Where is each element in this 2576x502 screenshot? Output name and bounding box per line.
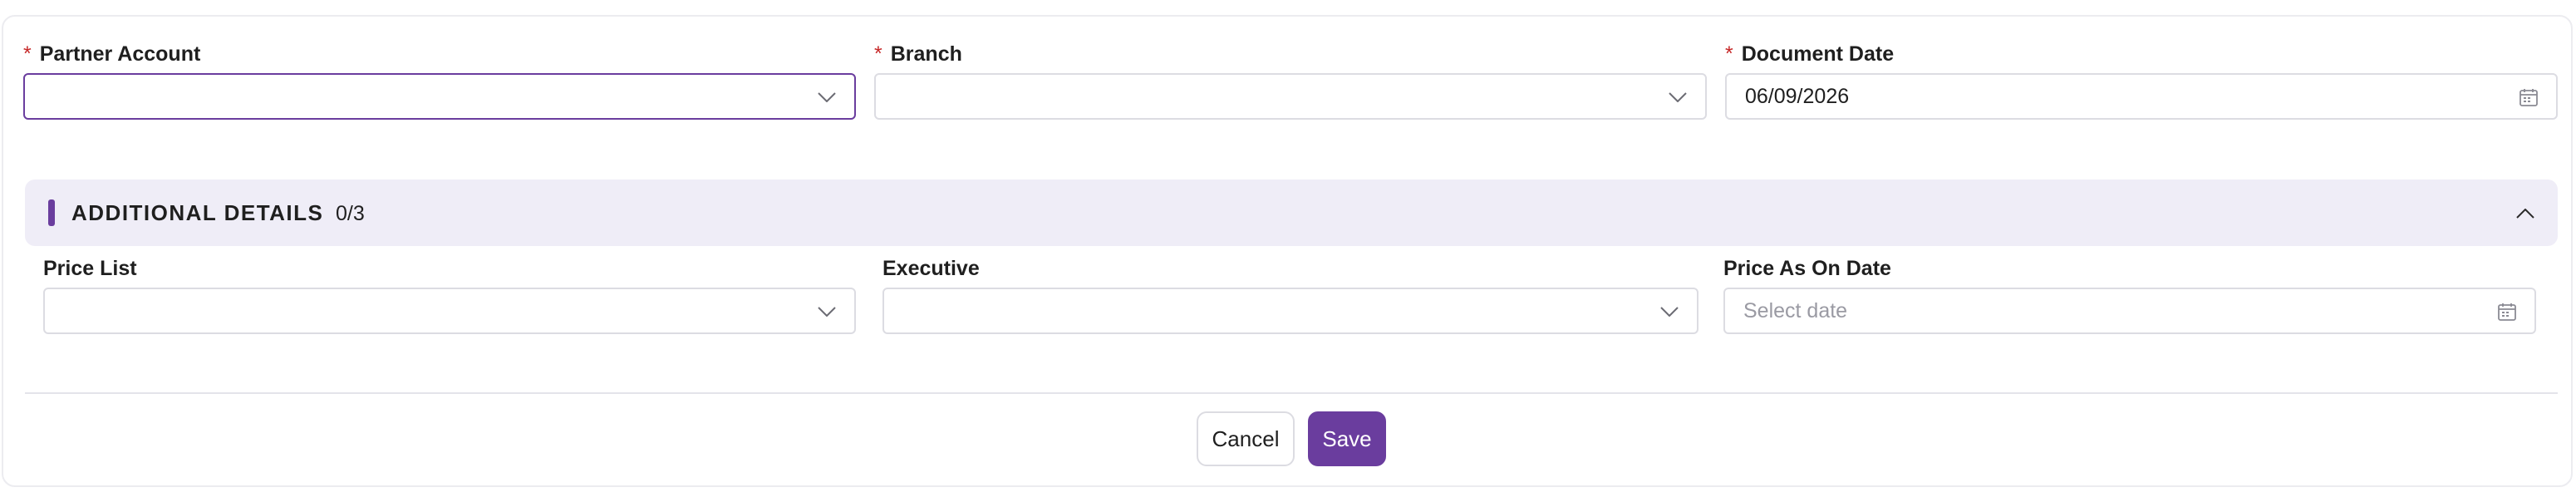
price-as-on-date-placeholder: Select date bbox=[1743, 299, 1848, 322]
price-as-on-date-input[interactable]: Select date bbox=[1723, 288, 2536, 334]
form-card: * Partner Account * Branch * Document Date … bbox=[2, 15, 2573, 487]
section-accent-bar bbox=[48, 199, 55, 226]
section-title: ADDITIONAL DETAILS bbox=[71, 200, 324, 225]
required-mark: * bbox=[23, 42, 32, 66]
branch-label: * Branch bbox=[874, 42, 962, 66]
save-button[interactable]: Save bbox=[1308, 411, 1386, 466]
price-list-label: Price List bbox=[43, 257, 137, 280]
additional-details-header[interactable]: ADDITIONAL DETAILS 0/3 bbox=[25, 180, 2558, 246]
executive-field: Executive bbox=[882, 256, 1698, 339]
chevron-down-icon bbox=[816, 301, 838, 322]
branch-select[interactable] bbox=[874, 73, 1707, 120]
document-date-input[interactable]: 06/09/2026 bbox=[1725, 73, 2558, 120]
calendar-icon[interactable] bbox=[2496, 301, 2518, 322]
partner-account-field: * Partner Account bbox=[23, 42, 856, 125]
price-list-select[interactable] bbox=[43, 288, 856, 334]
price-as-on-date-label: Price As On Date bbox=[1723, 257, 1891, 280]
chevron-down-icon bbox=[1667, 86, 1689, 108]
cancel-button[interactable]: Cancel bbox=[1197, 411, 1295, 466]
partner-account-label: * Partner Account bbox=[23, 42, 201, 66]
required-mark: * bbox=[1725, 42, 1733, 66]
footer-divider bbox=[25, 392, 2558, 394]
branch-field: * Branch bbox=[874, 42, 1707, 125]
chevron-up-icon[interactable] bbox=[2515, 203, 2536, 224]
required-mark: * bbox=[874, 42, 882, 66]
price-list-field: Price List bbox=[43, 256, 856, 339]
section-count: 0/3 bbox=[336, 202, 365, 225]
partner-account-select[interactable] bbox=[23, 73, 856, 120]
executive-label: Executive bbox=[882, 257, 980, 280]
document-date-field: * Document Date 06/09/2026 bbox=[1725, 42, 2558, 125]
price-as-on-date-field: Price As On Date Select date bbox=[1723, 256, 2536, 339]
chevron-down-icon bbox=[1659, 301, 1680, 322]
document-date-value: 06/09/2026 bbox=[1745, 85, 1850, 108]
executive-select[interactable] bbox=[882, 288, 1698, 334]
chevron-down-icon bbox=[816, 86, 838, 108]
document-date-label: * Document Date bbox=[1725, 42, 1895, 66]
calendar-icon[interactable] bbox=[2518, 86, 2539, 108]
